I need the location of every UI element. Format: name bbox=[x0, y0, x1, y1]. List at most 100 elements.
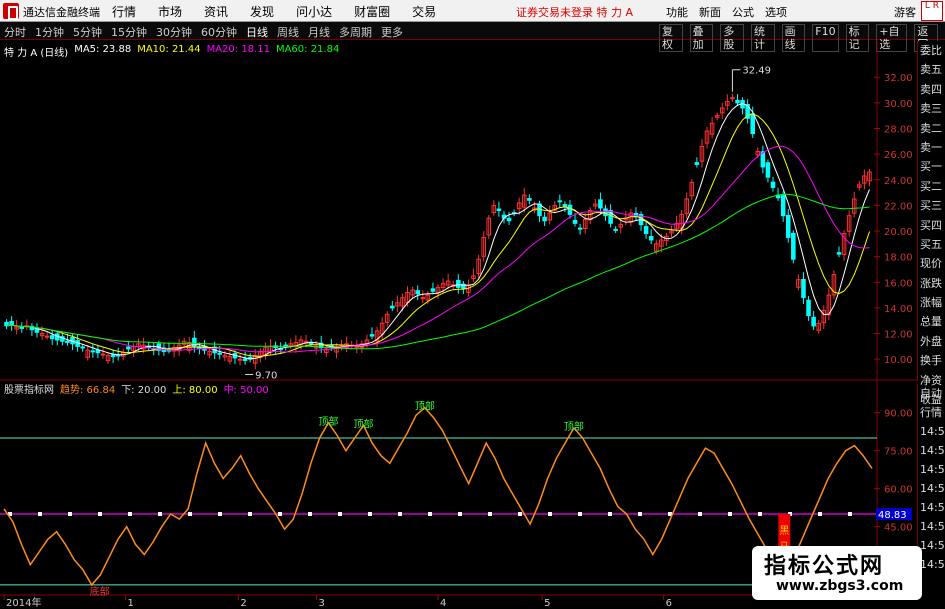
candle-body bbox=[694, 162, 700, 165]
black-horse-label: 黑 bbox=[779, 525, 789, 537]
tick-time: 14:59 bbox=[920, 501, 945, 514]
site-watermark: 指标公式网 www.zbgs3.com bbox=[752, 546, 922, 600]
candle-body bbox=[806, 299, 811, 317]
candle-body bbox=[811, 316, 816, 327]
mid-level-dot bbox=[218, 512, 222, 516]
candle-body bbox=[572, 219, 578, 224]
indicator-upper: 上: 80.00 bbox=[172, 385, 218, 396]
volume-label: 总量 bbox=[920, 315, 942, 329]
quote-label[interactable]: 行情 bbox=[918, 403, 945, 422]
candle-body bbox=[90, 350, 96, 353]
candle-body bbox=[557, 200, 563, 203]
mid-level-dot bbox=[758, 512, 762, 516]
indicator-level-label: 48.83 bbox=[878, 510, 907, 521]
mid-level-dot bbox=[458, 512, 462, 516]
candle-body bbox=[780, 195, 786, 217]
indicator-mid: 中: 50.00 bbox=[223, 385, 269, 396]
ask5-label: 卖五 bbox=[920, 63, 942, 77]
time-tick-label: 5 bbox=[544, 598, 550, 609]
top-signal-label: 顶部 bbox=[564, 420, 584, 433]
indicator-tick-label: 75.00 bbox=[884, 447, 913, 458]
candle-body bbox=[49, 335, 55, 340]
candle-body bbox=[770, 181, 776, 188]
candle-body bbox=[9, 321, 14, 326]
candle-body bbox=[420, 297, 426, 300]
candle-body bbox=[765, 162, 771, 178]
time-tick-label: 3 bbox=[318, 598, 324, 609]
tick-time: 14:59 bbox=[920, 520, 945, 533]
change-pct-label: 涨幅 bbox=[920, 296, 942, 310]
auto-label[interactable]: 自动 bbox=[918, 384, 945, 403]
bid3-label: 买三 bbox=[920, 199, 942, 213]
indicator-name[interactable]: 股票指标网 bbox=[4, 381, 54, 396]
candle-body bbox=[415, 290, 420, 295]
tick-time: 14:59 bbox=[920, 444, 945, 457]
price-tick-label: 14.00 bbox=[884, 304, 913, 315]
candle-body bbox=[65, 340, 70, 344]
candle-body bbox=[430, 288, 436, 292]
order-ratio-label: 委比 bbox=[920, 44, 942, 57]
tick-time: 14:59 bbox=[920, 482, 945, 495]
candle-body bbox=[100, 353, 106, 356]
mid-level-dot bbox=[398, 512, 402, 516]
mid-level-dot bbox=[368, 512, 372, 516]
candle-body bbox=[750, 113, 755, 135]
price-tick-label: 20.00 bbox=[884, 227, 913, 238]
mid-level-dot bbox=[188, 512, 192, 516]
price-tick-label: 30.00 bbox=[884, 99, 913, 110]
candle-body bbox=[730, 97, 735, 100]
candle-body bbox=[456, 279, 461, 288]
candle-body bbox=[562, 204, 568, 208]
price-tick-label: 22.00 bbox=[884, 201, 913, 212]
mid-level-dot bbox=[848, 512, 852, 516]
bid1-label: 买一 bbox=[920, 160, 942, 174]
price-tick-label: 18.00 bbox=[884, 253, 913, 264]
bid5-label: 买五 bbox=[920, 237, 942, 251]
high-price-label: 32.49 bbox=[742, 66, 771, 77]
ask4-label: 卖四 bbox=[920, 82, 942, 96]
time-tick-label: 2014年 bbox=[6, 596, 41, 609]
ma5-line bbox=[6, 103, 870, 360]
mid-level-dot bbox=[728, 512, 732, 516]
tick-time: 14:59 bbox=[920, 463, 945, 476]
mid-level-dot bbox=[98, 512, 102, 516]
price-tick-label: 32.00 bbox=[884, 73, 913, 84]
mid-level-dot bbox=[698, 512, 702, 516]
indicator-lower: 下: 20.00 bbox=[121, 385, 167, 396]
price-tick-label: 16.00 bbox=[884, 278, 913, 289]
indicator-line bbox=[3, 406, 873, 587]
mid-level-dot bbox=[548, 512, 552, 516]
mid-level-dot bbox=[128, 512, 132, 516]
indicator-tick-label: 90.00 bbox=[884, 409, 913, 420]
ma20-line bbox=[6, 145, 870, 353]
top-signal-label: 顶部 bbox=[415, 400, 435, 413]
mid-level-dot bbox=[608, 512, 612, 516]
turnover-label: 换手 bbox=[920, 354, 942, 368]
candle-body bbox=[390, 305, 395, 309]
candle-body bbox=[506, 217, 512, 222]
mid-level-dot bbox=[68, 512, 72, 516]
candle-body bbox=[217, 352, 223, 355]
candle-body bbox=[110, 354, 116, 358]
order-book-panel: 委比 卖五 卖四 卖三 卖二 卖一 买一 买二 买三 买四 买五 现价 涨跌 涨… bbox=[917, 41, 945, 406]
tick-time: 14:59 bbox=[920, 425, 945, 438]
top-signal-label: 顶部 bbox=[353, 417, 373, 430]
indicator-tick-label: 45.00 bbox=[884, 523, 913, 534]
candle-body bbox=[242, 358, 248, 361]
mid-level-dot bbox=[38, 512, 42, 516]
mid-level-dot bbox=[518, 512, 522, 516]
candle-body bbox=[44, 335, 50, 338]
time-tick-label: 2 bbox=[240, 598, 246, 609]
mid-level-dot bbox=[428, 512, 432, 516]
price-label: 现价 bbox=[920, 257, 942, 271]
price-tick-label: 26.00 bbox=[884, 150, 913, 161]
time-tick-label: 4 bbox=[440, 598, 446, 609]
price-tick-label: 28.00 bbox=[884, 124, 913, 135]
candle-body bbox=[542, 216, 547, 222]
candle-body bbox=[785, 214, 791, 238]
low-price-label: 9.70 bbox=[255, 370, 277, 381]
kline-chart[interactable]: 32.00 30.00 28.00 26.00 24.00 22.00 20.00 18.00… bbox=[0, 0, 945, 609]
ma10-line bbox=[6, 113, 870, 357]
watermark-title: 指标公式网 bbox=[764, 554, 885, 579]
watermark-url: www.zbgs3.com bbox=[776, 578, 904, 594]
